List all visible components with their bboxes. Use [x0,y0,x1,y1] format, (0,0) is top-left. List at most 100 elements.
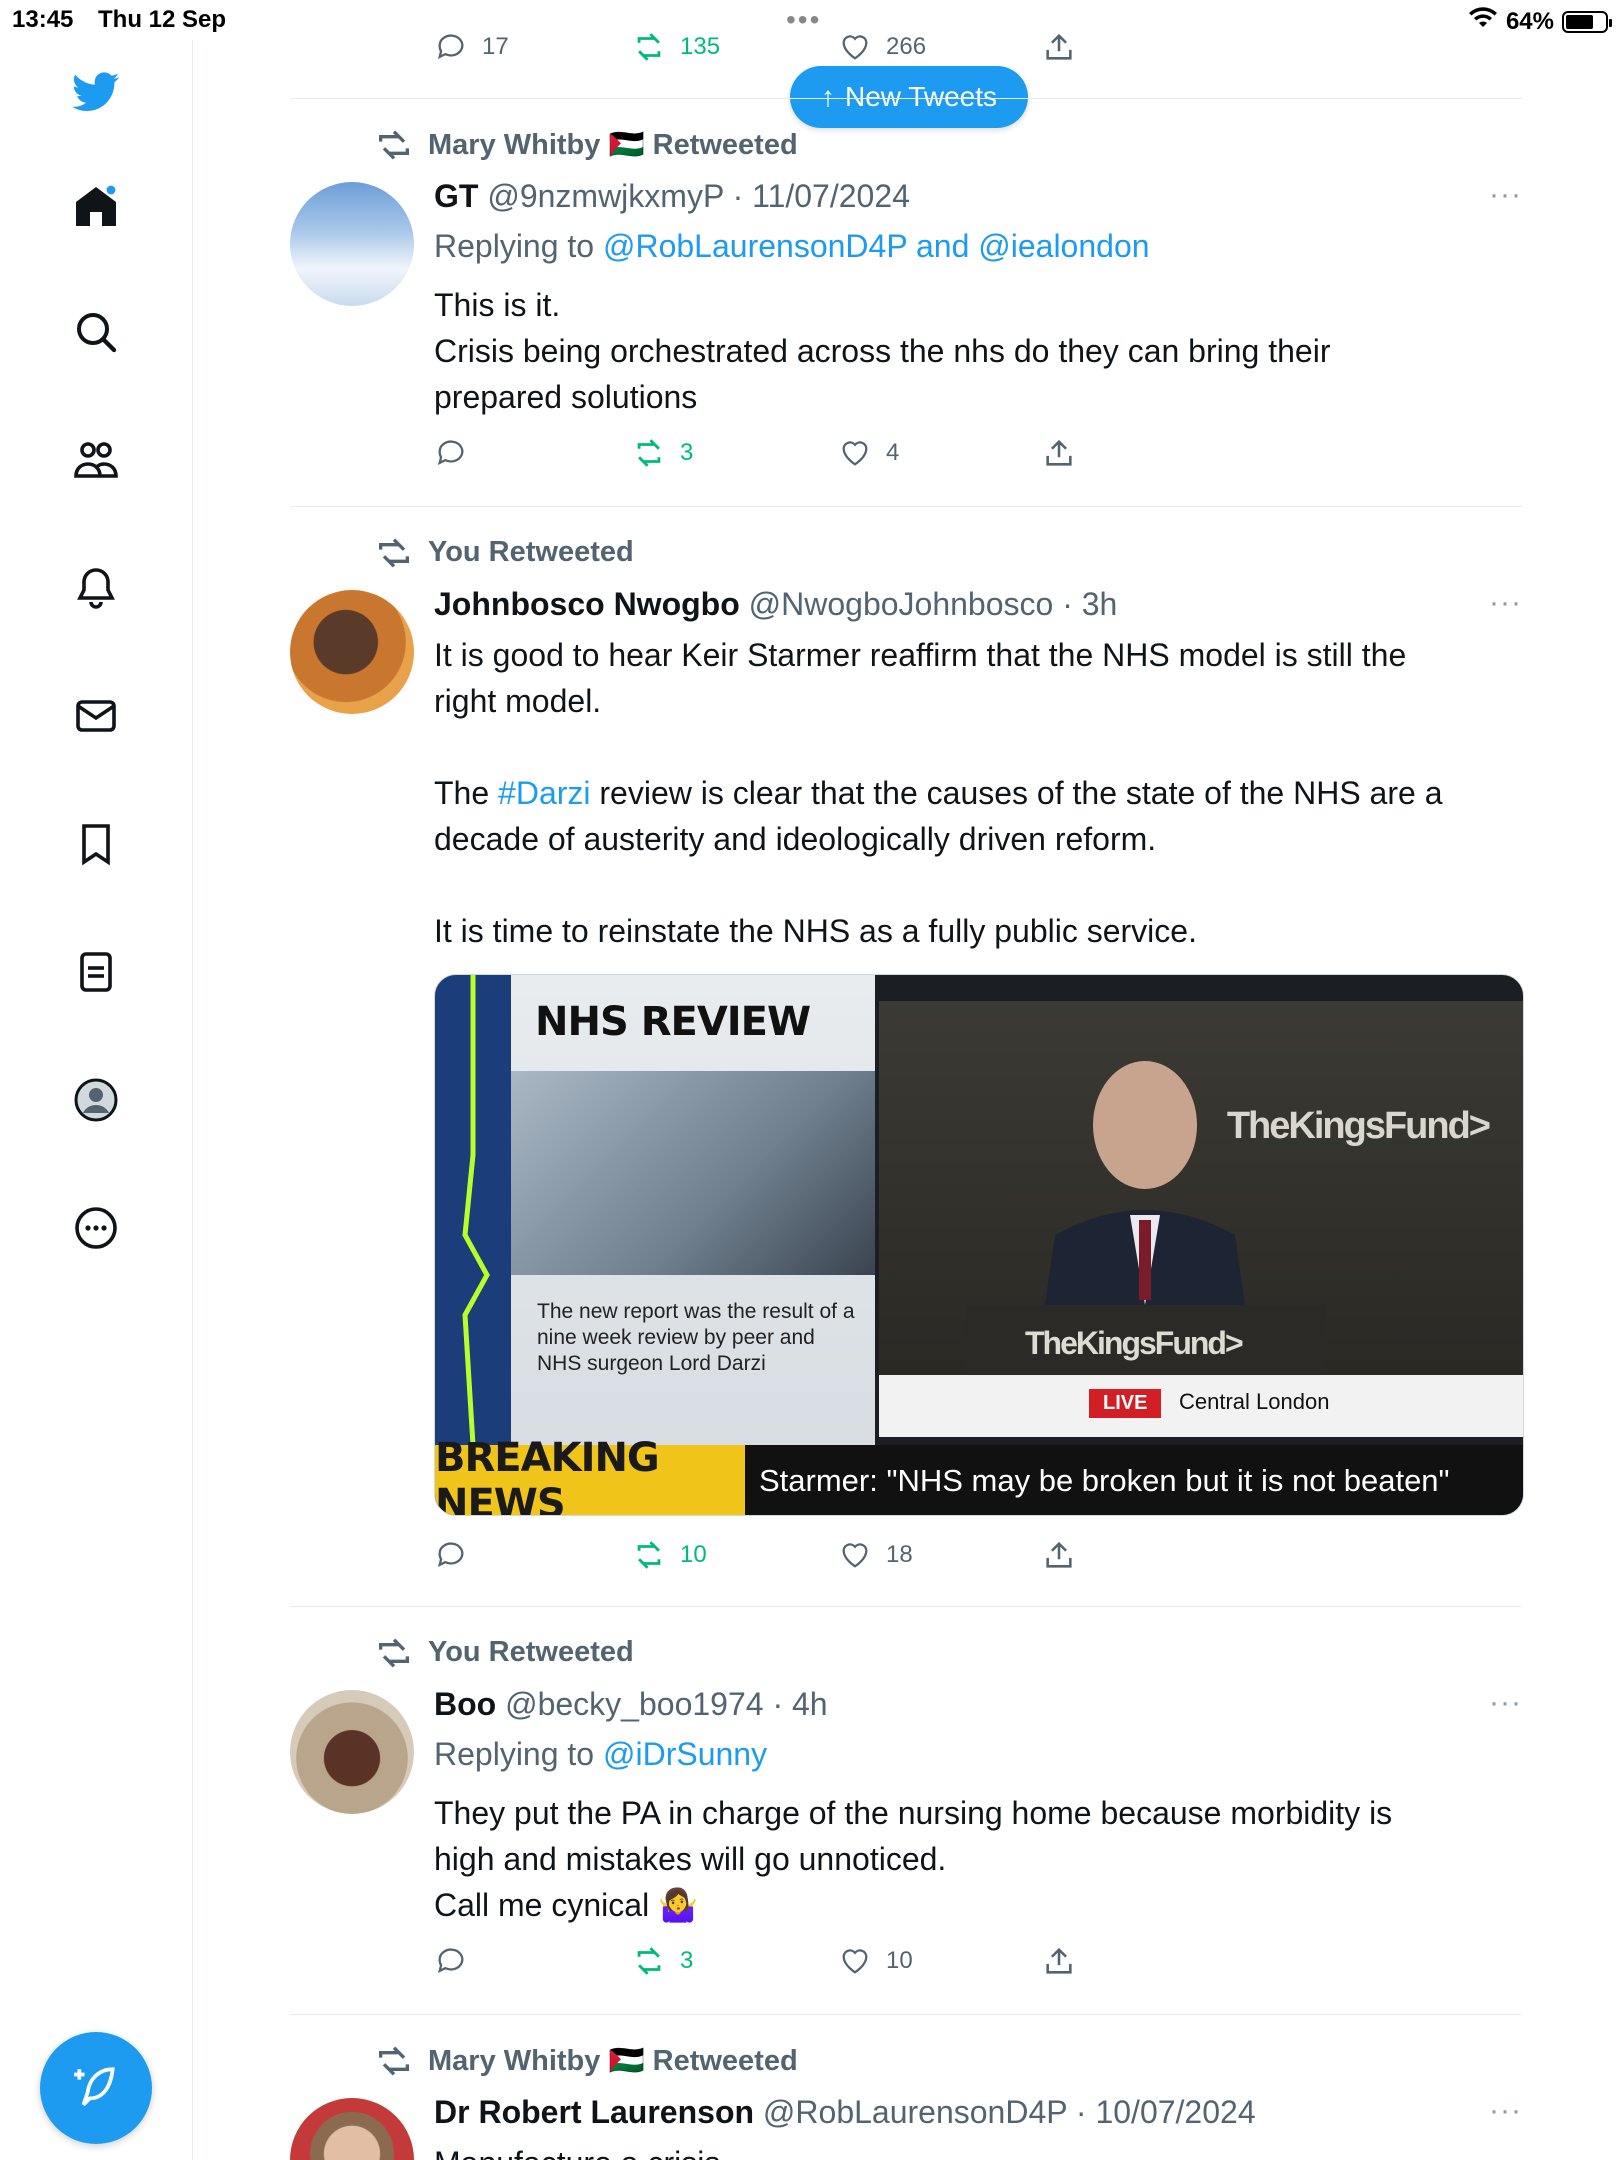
tweet-gt[interactable]: Mary Whitby 🇵🇸 Retweeted GT @9nzmwjkxmyP… [290,98,1522,506]
profile-avatar-icon[interactable] [66,1070,126,1130]
tweet-header: Dr Robert Laurenson @RobLaurensonD4P · 1… [434,2094,1256,2131]
messages-mail-icon[interactable] [66,686,126,746]
status-date: Thu 12 Sep [98,6,227,33]
retweet-icon [637,1541,661,1569]
live-location: Central London [1179,1389,1330,1414]
status-right: 64% [1468,6,1612,37]
like-action[interactable]: 266 [838,30,926,64]
replying-to-link[interactable]: @iDrSunny [603,1736,767,1772]
retweet-context: You Retweeted [374,1636,634,1669]
tweet-header: Boo @becky_boo1974 · 4h [434,1686,828,1723]
tweet-actions: 3 4 [434,436,1134,476]
share-action[interactable] [1042,1944,1076,1978]
more-options-circle-icon[interactable] [66,1198,126,1258]
compose-tweet-button[interactable] [40,2032,152,2144]
like-count: 266 [886,33,927,60]
tweet-more-button[interactable]: ··· [1489,2094,1522,2128]
display-name[interactable]: Dr Robert Laurenson [434,2094,754,2130]
heart-icon [842,35,868,60]
replying-to: Replying to @RobLaurensonD4P and @iealon… [434,228,1150,264]
lord-darzi-photo [511,1071,875,1275]
tweet-more-button[interactable]: ··· [1489,586,1522,620]
retweet-icon [637,439,661,467]
handle-time: @9nzmwjkxmyP · 11/07/2024 [487,178,910,214]
live-badge: LIVE [1089,1389,1162,1418]
like-count: 10 [886,1947,913,1974]
display-name[interactable]: Johnbosco Nwogbo [434,586,740,622]
reply-action[interactable]: 17 [434,30,509,64]
retweet-small-icon [379,1637,409,1668]
twitter-logo-icon[interactable] [66,62,126,122]
handle-time: @NwogboJohnbosco · 3h [748,586,1118,622]
battery-icon [1562,10,1612,33]
retweet-count: 10 [680,1541,707,1568]
like-action[interactable]: 4 [838,436,899,470]
retweet-context: Mary Whitby 🇵🇸 Retweeted [374,2044,798,2078]
share-action[interactable] [1042,1538,1076,1572]
avatar[interactable] [290,590,414,714]
avatar[interactable] [290,182,414,306]
tweet-header: Johnbosco Nwogbo @NwogboJohnbosco · 3h [434,586,1117,623]
heart-icon [842,441,868,466]
tweet-johnbosco[interactable]: You Retweeted Johnbosco Nwogbo @NwogboJo… [290,506,1524,1606]
display-name[interactable]: Boo [434,1686,496,1722]
reply-icon [437,1542,464,1568]
tweet-actions: 3 10 [434,1944,1134,1984]
retweet-icon [637,33,661,61]
wifi-icon [1468,6,1498,37]
lists-icon[interactable] [66,942,126,1002]
avatar[interactable] [290,2098,414,2160]
tweet-more-button[interactable]: ··· [1489,1686,1522,1720]
tweet-robert-laurenson[interactable]: Mary Whitby 🇵🇸 Retweeted Dr Robert Laure… [290,2014,1522,2160]
like-count: 4 [886,439,900,466]
avatar[interactable] [290,1690,414,1814]
replying-to-link[interactable]: @RobLaurensonD4P and @iealondon [603,228,1150,264]
news-ticker: Starmer: "NHS may be broken but it is no… [745,1445,1523,1515]
kings-fund-podium-logo: TheKingsFund> [1025,1325,1244,1361]
bookmarks-icon[interactable] [66,814,126,874]
tweet-text: Manufacture a crisis [434,2140,1522,2160]
retweet-count: 3 [680,439,694,466]
retweet-count: 135 [680,33,721,60]
hashtag-link[interactable]: #Darzi [498,775,590,811]
ecg-graphic [435,975,511,1446]
tweet-more-button[interactable]: ··· [1489,178,1522,212]
share-action[interactable] [1042,30,1076,64]
tweet-text: They put the PA in charge of the nursing… [434,1795,1393,1923]
retweet-action[interactable]: 3 [632,436,693,470]
previous-tweet-actions: 17 135 266 [290,30,1090,70]
like-action[interactable]: 18 [838,1538,913,1572]
tweet-header: GT @9nzmwjkxmyP · 11/07/2024 [434,178,910,215]
reply-action[interactable] [434,436,468,470]
notifications-bell-icon[interactable] [66,558,126,618]
communities-icon[interactable] [66,430,126,490]
search-icon[interactable] [66,302,126,362]
reply-count: 17 [482,33,509,60]
share-action[interactable] [1042,436,1076,470]
retweet-context: You Retweeted [374,536,634,569]
share-icon [1046,33,1072,60]
retweet-action[interactable]: 3 [632,1944,693,1978]
battery-percent: 64% [1505,7,1554,35]
reply-icon [437,34,464,60]
share-icon [1046,1947,1072,1974]
share-icon [1046,1541,1072,1568]
reply-action[interactable] [434,1538,468,1572]
status-time: 13:45 [12,6,74,33]
reply-action[interactable] [434,1944,468,1978]
handle-time: @RobLaurensonD4P · 10/07/2024 [762,2094,1256,2130]
home-icon[interactable] [66,176,126,236]
retweet-action[interactable]: 135 [632,30,720,64]
retweet-context: Mary Whitby 🇵🇸 Retweeted [374,128,798,162]
media-caption: The new report was the result of a nine … [537,1300,855,1375]
retweet-small-icon [379,2046,409,2076]
share-icon [1046,439,1072,466]
tweet-boo[interactable]: You Retweeted Boo @becky_boo1974 · 4h ··… [290,1606,1522,2014]
retweet-action[interactable]: 10 [632,1538,707,1572]
replying-to: Replying to @iDrSunny [434,1736,768,1772]
retweet-count: 3 [680,1947,694,1974]
tweet-media-image[interactable]: NHS REVIEW The new report was the result… [434,974,1524,1516]
like-action[interactable]: 10 [838,1944,913,1978]
display-name[interactable]: GT [434,178,478,214]
retweet-icon [637,1947,661,1975]
